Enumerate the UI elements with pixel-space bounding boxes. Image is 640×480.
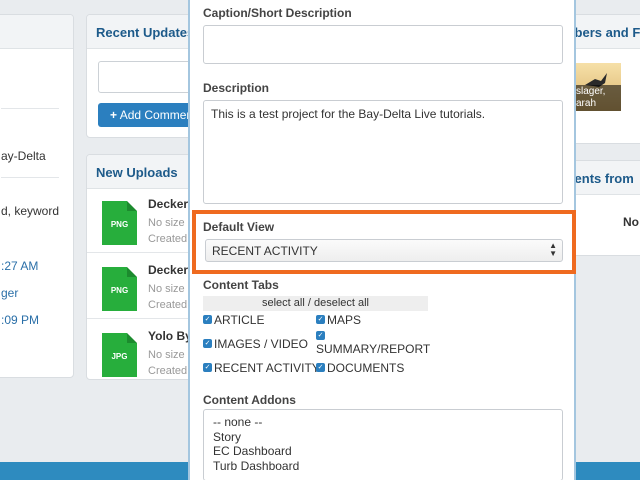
no-comments-text: No c	[623, 215, 640, 229]
check-icon: ✓	[316, 363, 325, 372]
tab-checkbox-summary-report[interactable]: ✓ SUMMARY/REPORT	[316, 329, 430, 356]
left-panel-header	[0, 15, 73, 49]
addon-option[interactable]: -- none --	[213, 415, 553, 430]
edit-project-modal: Caption/Short Description Description Th…	[188, 0, 576, 480]
comment-input[interactable]	[98, 61, 195, 93]
select-all-toggle[interactable]: select all / deselect all	[203, 296, 428, 311]
checkbox-label: RECENT ACTIVITY	[214, 361, 320, 375]
member-name-line-2: arah	[576, 98, 597, 109]
select-arrows-icon: ▲ ▼	[549, 241, 557, 258]
png-file-icon: PNG	[102, 201, 137, 245]
recent-updates-panel: Recent Updates + Add Comment	[86, 14, 196, 138]
default-view-label: Default View	[203, 220, 275, 234]
avatar[interactable]: slager, arah	[573, 63, 621, 111]
check-icon: ✓	[203, 315, 212, 324]
check-icon: ✓	[203, 339, 212, 348]
list-item[interactable]: PNG Decker No size a Created:	[87, 189, 195, 253]
upload-name[interactable]: Yolo By	[148, 329, 192, 343]
checkbox-label: IMAGES / VIDEO	[214, 337, 309, 351]
project-location-text: ay-Delta	[1, 149, 46, 163]
checkbox-label: MAPS	[327, 313, 362, 327]
created-time: :27 AM	[1, 259, 39, 273]
add-comment-button[interactable]: + Add Comment	[98, 103, 196, 127]
caption-textarea[interactable]	[203, 25, 563, 64]
member-name-line-1: slager,	[576, 86, 606, 97]
description-label: Description	[203, 81, 270, 95]
content-tabs-label: Content Tabs	[203, 278, 279, 292]
new-uploads-panel: New Uploads PNG Decker No size a Created…	[86, 154, 196, 380]
recent-updates-title: Recent Updates	[87, 15, 195, 49]
divider	[1, 177, 59, 178]
caption-label: Caption/Short Description	[203, 6, 352, 20]
check-icon: ✓	[203, 363, 212, 372]
addon-option[interactable]: Story	[213, 430, 553, 445]
tab-checkbox-maps[interactable]: ✓ MAPS	[316, 313, 361, 327]
add-comment-label: Add Comment	[119, 108, 196, 122]
left-panel: ay-Delta d, keyword :27 AM ger :09 PM	[0, 14, 74, 378]
check-icon: ✓	[316, 315, 325, 324]
png-file-icon: PNG	[102, 267, 137, 311]
addon-option[interactable]: EC Dashboard	[213, 444, 553, 459]
upload-created: Created:	[148, 233, 191, 245]
upload-name[interactable]: Decker	[148, 197, 188, 211]
avatar-caption: slager, arah	[573, 85, 621, 111]
new-uploads-title: New Uploads	[87, 155, 195, 189]
tab-checkbox-images-video[interactable]: ✓ IMAGES / VIDEO	[203, 337, 308, 351]
project-keywords-text: d, keyword	[1, 204, 60, 218]
upload-size: No size a	[148, 217, 194, 229]
checkbox-label: SUMMARY/REPORT	[316, 342, 431, 356]
list-item[interactable]: PNG Decker No size a Created:	[87, 255, 195, 319]
manager-link[interactable]: ger	[1, 286, 18, 300]
upload-created: Created:	[148, 365, 191, 377]
tab-checkbox-article[interactable]: ✓ ARTICLE	[203, 313, 264, 327]
default-view-select[interactable]: RECENT ACTIVITY ▲ ▼	[205, 239, 563, 262]
plus-icon: +	[110, 108, 118, 122]
upload-size: No size a	[148, 283, 194, 295]
tab-checkbox-documents[interactable]: ✓ DOCUMENTS	[316, 361, 404, 375]
list-item[interactable]: JPG Yolo By No size a Created:	[87, 321, 195, 379]
content-addons-listbox[interactable]: -- none -- Story EC Dashboard Turb Dashb…	[203, 409, 563, 480]
checkbox-label: DOCUMENTS	[327, 361, 405, 375]
checkbox-label: ARTICLE	[214, 313, 265, 327]
jpg-file-icon: JPG	[102, 333, 137, 377]
tab-checkbox-recent-activity[interactable]: ✓ RECENT ACTIVITY	[203, 361, 320, 375]
content-addons-label: Content Addons	[203, 393, 296, 407]
upload-size: No size a	[148, 349, 194, 361]
divider	[1, 108, 59, 109]
addon-option[interactable]: Turb Dashboard	[213, 459, 553, 474]
default-view-value: RECENT ACTIVITY	[212, 244, 318, 258]
description-textarea[interactable]: This is a test project for the Bay-Delta…	[203, 100, 563, 204]
updated-time: :09 PM	[1, 313, 40, 327]
check-icon: ✓	[316, 331, 325, 340]
upload-name[interactable]: Decker	[148, 263, 188, 277]
upload-created: Created:	[148, 299, 191, 311]
